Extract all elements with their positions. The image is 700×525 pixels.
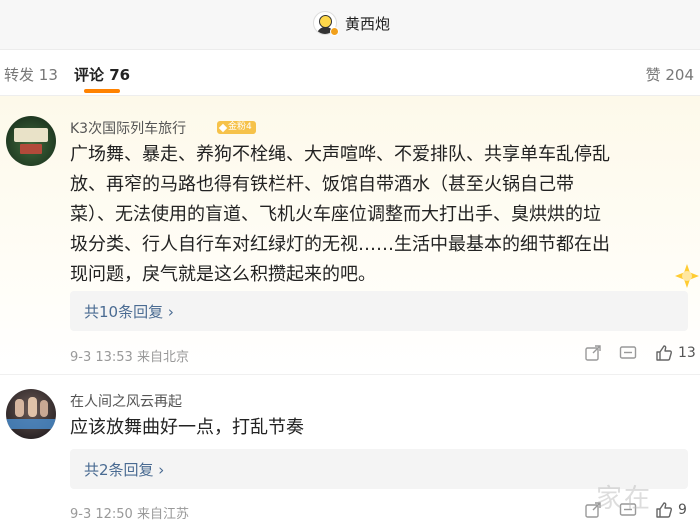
avatar[interactable] (6, 389, 56, 439)
avatar-sign (14, 128, 48, 142)
comment-icon[interactable] (619, 344, 637, 362)
avatar-figure (15, 399, 24, 417)
like-count: 13 (678, 345, 696, 361)
watermark: 家在 (596, 484, 653, 514)
comment-line: 广场舞、暴走、养狗不栓绳、大声喧哗、不爱排队、共享单车乱停乱 (70, 144, 610, 165)
tab-like-label: 赞 (645, 66, 661, 84)
comment-item: 在人间之风云再起 应该放舞曲好一点，打乱节奏 共2条回复 › 9-3 12:50… (0, 374, 700, 525)
tab-repost[interactable]: 转发 13 (4, 64, 58, 85)
avatar-sign-red (20, 144, 42, 154)
sparkle-center (682, 271, 692, 281)
active-tab-indicator (84, 89, 120, 93)
diamond-icon (218, 123, 228, 132)
tab-comment-label: 评论 (74, 66, 105, 84)
comment-line: 应该放舞曲好一点，打乱节奏 (70, 417, 304, 438)
verified-badge-icon (330, 27, 339, 36)
page-title[interactable]: 黄西炮 (345, 13, 390, 34)
avatar-figure (40, 400, 48, 417)
comment-item: K3次国际列车旅行 金粉4 广场舞、暴走、养狗不栓绳、大声喧哗、不爱排队、共享单… (0, 96, 700, 374)
comment-username[interactable]: K3次国际列车旅行 (70, 118, 186, 138)
tab-comment-count: 76 (109, 66, 131, 84)
fan-badge: 金粉4 (217, 121, 256, 134)
tab-like-count: 204 (665, 66, 694, 84)
sparkle-sticker-icon (675, 264, 699, 288)
tab-comment[interactable]: 评论 76 (74, 64, 130, 85)
avatar-figure (28, 397, 37, 417)
like-count: 9 (678, 502, 687, 518)
replies-box[interactable]: 共10条回复 › (70, 291, 688, 331)
tab-like[interactable]: 赞 204 (646, 64, 694, 85)
view-replies-link[interactable]: 共10条回复 › (84, 301, 174, 322)
comment-meta: 9-3 13:53 来自北京 (70, 350, 189, 365)
top-bar: 黄西炮 (0, 0, 700, 50)
thumbs-up-icon[interactable] (655, 344, 673, 362)
comment-line: 现问题，戾气就是这么积攒起来的吧。 (70, 264, 376, 285)
thumbs-up-icon[interactable] (655, 501, 673, 519)
comment-text: 应该放舞曲好一点，打乱节奏 (70, 413, 688, 443)
comment-meta: 9-3 12:50 来自江苏 (70, 507, 189, 522)
view-replies-link[interactable]: 共2条回复 › (84, 459, 164, 480)
share-icon[interactable] (584, 344, 602, 362)
comment-line: 菜）、无法使用的盲道、飞机火车座位调整而大打出手、臭烘烘的垃 (70, 204, 601, 225)
fan-badge-label: 金粉4 (228, 122, 252, 132)
avatar-stripe (6, 419, 56, 429)
comment-line: 放、再窄的马路也得有铁栏杆、饭馆自带酒水（甚至火锅自己带 (70, 174, 574, 195)
comment-line: 圾分类、行人自行车对红绿灯的无视……生活中最基本的细节都在出 (70, 234, 610, 255)
post-author[interactable]: 黄西炮 (313, 11, 390, 35)
tab-repost-label: 转发 (4, 66, 35, 84)
avatar[interactable] (6, 116, 56, 166)
tab-repost-count: 13 (38, 66, 58, 84)
comment-text: 广场舞、暴走、养狗不栓绳、大声喧哗、不爱排队、共享单车乱停乱 放、再窄的马路也得… (70, 140, 688, 290)
comment-username[interactable]: 在人间之风云再起 (70, 391, 182, 411)
